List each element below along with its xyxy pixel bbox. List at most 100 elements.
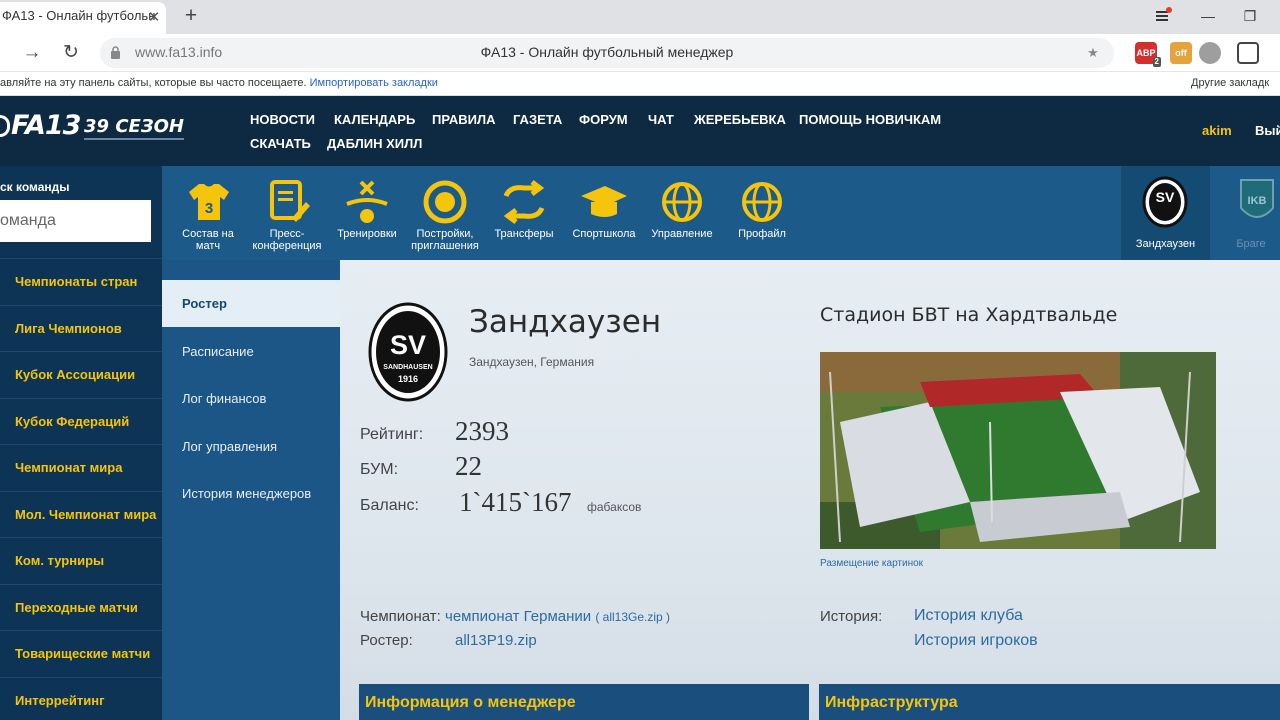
sidebar-item-world-cup[interactable]: Чемпионат мира (0, 444, 162, 490)
transfer-arrows-icon (503, 180, 545, 224)
subnav-roster[interactable]: Ростер (162, 280, 340, 327)
address-bar[interactable]: www.fa13.info ФА13 - Онлайн футбольный м… (100, 38, 1114, 68)
close-tab-icon[interactable]: ✕ (146, 10, 162, 26)
sidebar-item-champions-league[interactable]: Лига Чемпионов (0, 305, 162, 351)
subnav-manager-history[interactable]: История менеджеров (162, 470, 340, 517)
sidebar-item-country-championships[interactable]: Чемпионаты стран (0, 258, 162, 304)
menu-newspaper[interactable]: ГАЗЕТА (513, 112, 562, 127)
menu-news[interactable]: НОВОСТИ (250, 112, 315, 127)
team-location: Зандхаузен, Германия (469, 355, 595, 369)
sidebar-item-youth-world-cup[interactable]: Мол. Чемпионат мира (0, 491, 162, 537)
toolbar-training-button[interactable]: Тренировки (332, 166, 402, 260)
sandhausen-crest-icon: SV (1142, 176, 1188, 228)
rating-value: 2393 (455, 416, 509, 446)
players-history-link[interactable]: История игроков (914, 632, 1038, 650)
subnav-schedule[interactable]: Расписание (162, 328, 340, 375)
team-subnav: Ростер Расписание Лог финансов Лог управ… (162, 260, 340, 720)
ball-icon (0, 115, 10, 137)
toolbar-school-button[interactable]: Спортшкола (567, 166, 641, 260)
sidebar-item-playoff-matches[interactable]: Переходные матчи (0, 584, 162, 630)
menu-download[interactable]: СКАЧАТЬ (250, 136, 311, 151)
forward-button[interactable]: → (20, 41, 44, 65)
menu-calendar[interactable]: КАЛЕНДАРЬ (334, 112, 415, 127)
team-switch-sandhausen[interactable]: SV Зандхаузен (1121, 166, 1210, 260)
import-bookmarks-link[interactable]: Импортировать закладки (310, 77, 438, 89)
username-link[interactable]: akim (1202, 123, 1232, 138)
toolbar-transfers-button[interactable]: Трансферы (490, 166, 558, 260)
browser-toolbar: → ↻ www.fa13.info ФА13 - Онлайн футбольн… (0, 34, 1280, 72)
team-main-content: SV SANDHAUSEN 1916 Зандхаузен Зандхаузен… (340, 260, 1280, 720)
sidebar-item-friendly-matches[interactable]: Товарищеские матчи (0, 630, 162, 676)
sidebar-item-federation-cup[interactable]: Кубок Федераций (0, 398, 162, 444)
off-extension-icon[interactable]: off (1170, 42, 1192, 64)
profile-globe-icon (742, 182, 782, 222)
svg-text:SANDHAUSEN: SANDHAUSEN (383, 364, 432, 371)
stadium-photo (820, 352, 1216, 549)
other-bookmarks[interactable]: Другие закладк (1191, 77, 1269, 89)
minimize-window-button[interactable]: — (1196, 6, 1220, 26)
championship-row: Чемпионат: чемпионат Германии ( all13Ge.… (360, 608, 671, 625)
balance-unit: фабаксов (587, 500, 642, 514)
rating-label: Рейтинг: (360, 426, 424, 443)
menu-dublin-hill[interactable]: ДАБЛИН ХИЛЛ (327, 136, 422, 151)
team-search-label: ск команды (0, 180, 70, 194)
menu-newbie-help[interactable]: ПОМОЩЬ НОВИЧКАМ (799, 112, 941, 127)
menu-chat[interactable]: ЧАТ (648, 112, 674, 127)
svg-text:SV: SV (1156, 189, 1175, 205)
menu-forum[interactable]: ФОРУМ (579, 112, 628, 127)
toolbar-press-button[interactable]: Пресс-конференция (248, 166, 326, 260)
infrastructure-section[interactable]: Инфраструктура (819, 684, 1280, 720)
translate-extension-icon[interactable] (1237, 42, 1259, 64)
training-icon (346, 180, 388, 223)
logout-link[interactable]: Вый (1255, 123, 1280, 138)
toolbar-management-button[interactable]: Управление (648, 166, 716, 260)
bookmarks-hint: авляйте на эту панель сайты, которые вы … (0, 77, 438, 89)
championship-link[interactable]: чемпионат Германии (445, 608, 591, 625)
svg-text:3: 3 (205, 200, 213, 217)
toolbar-buildings-button[interactable]: Постройки, приглашения (408, 166, 482, 260)
team-toolbar: 3 Состав на матч Пресс-конференция Трени… (162, 166, 1280, 260)
menu-icon[interactable] (1150, 6, 1174, 26)
team-name: Зандхаузен (469, 304, 662, 340)
sidebar-item-interrating[interactable]: Интеррейтинг (0, 677, 162, 720)
season-label: 39 СЕЗОН (84, 116, 184, 140)
reload-button[interactable]: ↻ (59, 41, 83, 65)
club-history-link[interactable]: История клуба (914, 607, 1023, 625)
svg-text:IKB: IKB (1248, 195, 1267, 207)
menu-draw[interactable]: ЖЕРЕБЬЕВКА (694, 112, 786, 127)
manager-info-section[interactable]: Информация о менеджере (359, 684, 809, 720)
management-globe-icon (662, 182, 702, 222)
new-tab-button[interactable]: + (180, 5, 202, 27)
svg-text:1916: 1916 (398, 374, 418, 384)
brage-crest-icon: IKB (1240, 179, 1274, 218)
championship-file-link[interactable]: ( all13Ge.zip ) (595, 610, 670, 624)
subnav-finance-log[interactable]: Лог финансов (162, 375, 340, 422)
sidebar-item-association-cup[interactable]: Кубок Ассоциации (0, 351, 162, 397)
sidebar-item-commercial-tournaments[interactable]: Ком. турниры (0, 537, 162, 583)
restore-window-button[interactable]: ❐ (1238, 6, 1262, 26)
browser-tab[interactable]: ФА13 - Онлайн футбольн ✕ (0, 2, 166, 34)
buildings-icon (423, 180, 467, 224)
toolbar-profile-button[interactable]: Профайл (729, 166, 795, 260)
site-logo[interactable]: FA13 (0, 110, 81, 141)
team-search-input[interactable] (0, 200, 151, 242)
subnav-management-log[interactable]: Лог управления (162, 423, 340, 470)
team-switch-brage[interactable]: IKB Браге (1210, 166, 1280, 260)
bookmark-icon[interactable]: ★ (1086, 46, 1100, 60)
adblock-extension-icon[interactable]: ABP 2 (1135, 42, 1161, 67)
toolbar-lineup-button[interactable]: 3 Состав на матч (176, 166, 240, 260)
roster-file-link[interactable]: all13P19.zip (455, 632, 537, 649)
team-crest: SV SANDHAUSEN 1916 (368, 302, 448, 402)
balance-label: Баланс: (360, 497, 419, 514)
graduation-cap-icon (581, 186, 627, 217)
site-header: FA13 39 СЕЗОН НОВОСТИ КАЛЕНДАРЬ ПРАВИЛА … (0, 96, 1280, 166)
press-document-icon (270, 180, 310, 222)
stadium-name: Стадион БВТ на Хардтвальде (820, 304, 1118, 326)
bum-label: БУМ: (360, 461, 399, 478)
roster-label: Ростер: (360, 632, 413, 649)
gray-extension-icon[interactable] (1199, 42, 1221, 64)
tab-title: ФА13 - Онлайн футбольн (2, 8, 156, 23)
menu-rules[interactable]: ПРАВИЛА (432, 112, 496, 127)
adblock-badge: 2 (1152, 57, 1161, 67)
image-placement-link[interactable]: Размещение картинок (820, 558, 923, 569)
